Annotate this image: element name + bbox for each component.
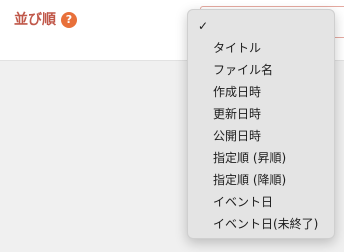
menu-item-custom-asc[interactable]: 指定順 (昇順) bbox=[188, 147, 334, 169]
menu-item-label: イベント日(未終了) bbox=[213, 217, 319, 231]
menu-item-event-date-upcoming[interactable]: イベント日(未終了) bbox=[188, 213, 334, 235]
menu-item-event-date[interactable]: イベント日 bbox=[188, 191, 334, 213]
menu-item-label: 更新日時 bbox=[213, 107, 262, 121]
checkmark-icon: ✓ bbox=[198, 19, 209, 33]
help-icon[interactable]: ? bbox=[61, 12, 77, 28]
menu-item-published-at[interactable]: 公開日時 bbox=[188, 125, 334, 147]
menu-item-file-name[interactable]: ファイル名 bbox=[188, 59, 334, 81]
menu-item-label: タイトル bbox=[213, 41, 262, 55]
menu-item-label: ファイル名 bbox=[213, 63, 274, 77]
sort-order-label: 並び順 bbox=[14, 12, 56, 28]
menu-item-blank[interactable]: ✓ bbox=[188, 15, 334, 37]
menu-item-updated-at[interactable]: 更新日時 bbox=[188, 103, 334, 125]
menu-item-custom-desc[interactable]: 指定順 (降順) bbox=[188, 169, 334, 191]
menu-item-label: 公開日時 bbox=[213, 129, 262, 143]
menu-item-created-at[interactable]: 作成日時 bbox=[188, 81, 334, 103]
menu-item-label: 指定順 (昇順) bbox=[213, 151, 287, 165]
sort-order-dropdown-menu: ✓ タイトル ファイル名 作成日時 更新日時 公開日時 指定順 (昇順) 指定順… bbox=[187, 9, 335, 239]
menu-item-title[interactable]: タイトル bbox=[188, 37, 334, 59]
menu-item-label: イベント日 bbox=[213, 195, 274, 209]
menu-item-label: 指定順 (降順) bbox=[213, 173, 287, 187]
menu-item-label: 作成日時 bbox=[213, 85, 262, 99]
